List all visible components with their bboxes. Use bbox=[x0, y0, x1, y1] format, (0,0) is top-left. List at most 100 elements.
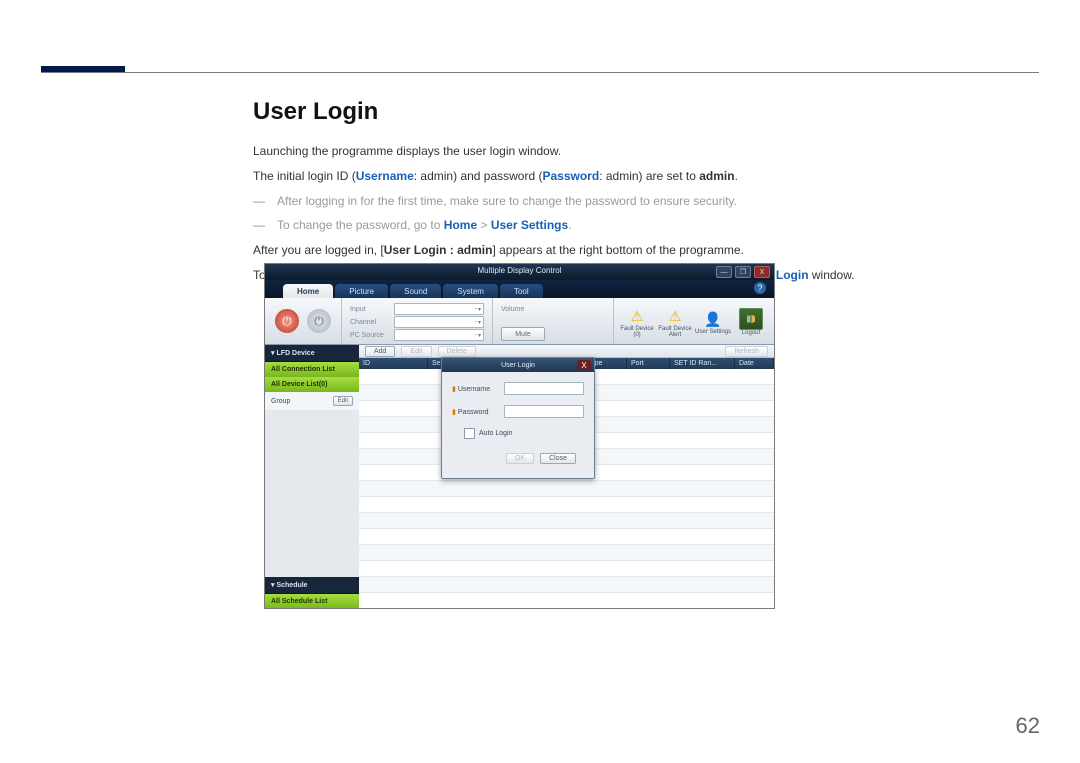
label: Fault Device Alert bbox=[656, 326, 694, 338]
gt-separator: > bbox=[477, 218, 491, 232]
window-titlebar: Multiple Display Control — ❐ X bbox=[265, 264, 774, 280]
table-row bbox=[359, 529, 774, 545]
power-icon: ⏻ bbox=[282, 314, 292, 329]
table-row bbox=[359, 577, 774, 593]
label: User Settings bbox=[694, 329, 732, 335]
text: To change the password, go to bbox=[277, 218, 444, 232]
user-icon: 👤 bbox=[702, 309, 724, 329]
tab-system[interactable]: System bbox=[443, 284, 498, 298]
password-label: ▮ Password bbox=[452, 408, 504, 416]
warning-icon: ⚠ bbox=[626, 306, 648, 326]
add-button[interactable]: Add bbox=[365, 346, 395, 357]
fault-alert-button[interactable]: ⚠ Fault Device Alert bbox=[656, 304, 694, 338]
dialog-footer: OK Close bbox=[452, 449, 584, 472]
label: Group bbox=[271, 398, 290, 405]
help-button[interactable]: ? bbox=[754, 282, 766, 294]
volume-group: Volume Mute bbox=[493, 298, 614, 344]
label: Fault Device (0) bbox=[618, 326, 656, 338]
edit-button: Edit bbox=[401, 346, 431, 357]
main-tabbar: Home Picture Sound System Tool ? bbox=[265, 280, 774, 298]
sidebar-spacer bbox=[265, 410, 359, 577]
sidebar-all-device[interactable]: All Device List(0) bbox=[265, 377, 359, 392]
table-row bbox=[359, 593, 774, 609]
power-group: ⏻ ⏻ bbox=[265, 298, 342, 344]
tab-tool[interactable]: Tool bbox=[500, 284, 543, 298]
sidebar-all-schedule[interactable]: All Schedule List bbox=[265, 594, 359, 609]
home-link: Home bbox=[444, 218, 477, 232]
group-edit-button[interactable]: Edit bbox=[333, 396, 353, 406]
delete-button: Delete bbox=[438, 346, 476, 357]
label: Logout bbox=[732, 330, 770, 336]
input-select[interactable]: - bbox=[394, 303, 484, 315]
tab-sound[interactable]: Sound bbox=[390, 284, 441, 298]
col-date[interactable]: Date bbox=[735, 358, 774, 369]
power-icon: ⏻ bbox=[314, 314, 324, 329]
volume-label: Volume bbox=[501, 306, 545, 313]
minimize-button[interactable]: — bbox=[716, 266, 732, 278]
user-login-admin: User Login : admin bbox=[384, 243, 493, 257]
dash-icon: ― bbox=[253, 190, 277, 213]
password-label: Password bbox=[542, 169, 599, 183]
text: : admin bbox=[599, 169, 638, 183]
power-off-button[interactable]: ⏻ bbox=[307, 309, 331, 333]
text: window. bbox=[809, 268, 855, 282]
page-number: 62 bbox=[1016, 713, 1040, 739]
text: . bbox=[735, 169, 738, 183]
sidebar-group[interactable]: Group Edit bbox=[265, 392, 359, 410]
channel-label: Channel bbox=[350, 319, 394, 326]
text: Password bbox=[458, 409, 489, 416]
warning-icon: ⚠ bbox=[664, 306, 686, 326]
close-button[interactable]: X bbox=[754, 266, 770, 278]
text: ] appears at the right bottom of the pro… bbox=[492, 243, 743, 257]
text: ) are set to bbox=[639, 169, 700, 183]
bullet-icon: ▮ bbox=[452, 386, 456, 393]
ok-button[interactable]: OK bbox=[506, 453, 534, 464]
username-label: ▮ Username bbox=[452, 385, 504, 393]
username-input[interactable] bbox=[504, 382, 584, 395]
power-on-button[interactable]: ⏻ bbox=[275, 309, 299, 333]
header-rule bbox=[41, 66, 1039, 73]
mute-button[interactable]: Mute bbox=[501, 327, 545, 341]
change-password-note: ―To change the password, go to Home > Us… bbox=[253, 214, 1013, 237]
pcsource-select[interactable]: - bbox=[394, 329, 484, 341]
table-row bbox=[359, 481, 774, 497]
text: The initial login ID ( bbox=[253, 169, 356, 183]
document-page: User Login Launching the programme displ… bbox=[0, 0, 1080, 763]
text: : admin bbox=[414, 169, 453, 183]
default-credentials-line: The initial login ID (Username: admin) a… bbox=[253, 165, 1013, 188]
auto-login-row: Auto Login bbox=[464, 428, 584, 439]
table-row bbox=[359, 497, 774, 513]
intro-line: Launching the programme displays the use… bbox=[253, 140, 1013, 163]
page-title: User Login bbox=[253, 98, 1013, 126]
col-port[interactable]: Port bbox=[627, 358, 670, 369]
auto-login-label: Auto Login bbox=[479, 430, 512, 437]
logout-button[interactable]: Logout bbox=[732, 306, 770, 336]
ribbon: ⏻ ⏻ Input- Channel- PC Source- Volume Mu… bbox=[265, 298, 774, 345]
text: After you are logged in, [ bbox=[253, 243, 384, 257]
maximize-button[interactable]: ❐ bbox=[735, 266, 751, 278]
dialog-title: User Login X bbox=[442, 358, 594, 372]
password-input[interactable] bbox=[504, 405, 584, 418]
logged-in-line: After you are logged in, [User Login : a… bbox=[253, 239, 1013, 262]
dialog-close-button[interactable]: X bbox=[577, 360, 591, 370]
tab-picture[interactable]: Picture bbox=[335, 284, 388, 298]
user-settings-button[interactable]: 👤 User Settings bbox=[694, 307, 732, 335]
auto-login-checkbox[interactable] bbox=[464, 428, 475, 439]
close-dialog-button[interactable]: Close bbox=[540, 453, 576, 464]
tab-home[interactable]: Home bbox=[283, 284, 333, 298]
table-row bbox=[359, 545, 774, 561]
input-label: Input bbox=[350, 306, 394, 313]
text: Username bbox=[458, 386, 490, 393]
label: User Login bbox=[501, 362, 535, 369]
user-login-dialog: User Login X ▮ Username ▮ Password Auto … bbox=[441, 357, 595, 479]
document-body: User Login Launching the programme displ… bbox=[253, 98, 1013, 289]
sidebar-header-lfd[interactable]: ▾ LFD Device bbox=[265, 345, 359, 362]
fault-device-button[interactable]: ⚠ Fault Device (0) bbox=[618, 304, 656, 338]
sidebar-all-connection[interactable]: All Connection List bbox=[265, 362, 359, 377]
col-setid[interactable]: SET ID Ran... bbox=[670, 358, 735, 369]
user-settings-link: User Settings bbox=[491, 218, 568, 232]
channel-select[interactable]: - bbox=[394, 316, 484, 328]
sidebar-header-schedule[interactable]: ▾ Schedule bbox=[265, 577, 359, 594]
app-screenshot: Multiple Display Control — ❐ X Home Pict… bbox=[264, 263, 775, 609]
col-id[interactable]: ID bbox=[359, 358, 428, 369]
